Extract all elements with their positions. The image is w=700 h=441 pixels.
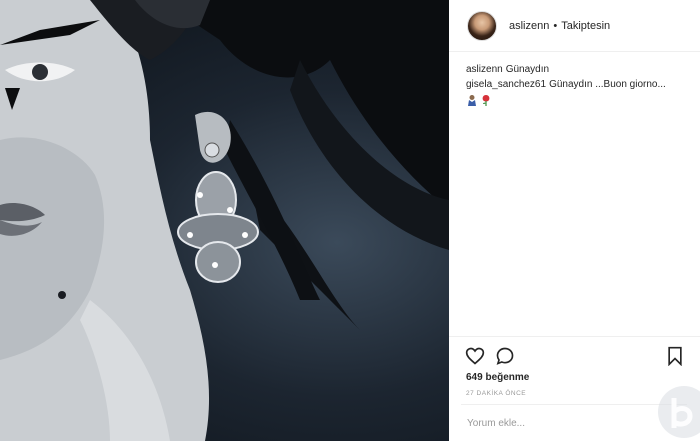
author-username[interactable]: aslizenn [509, 20, 549, 32]
comment-emoji-row [466, 93, 696, 107]
watermark-logo [658, 386, 700, 438]
post-side-panel: aslizenn • Takiptesin aslizenn Günaydın g… [449, 0, 700, 441]
speech-bubble-icon[interactable] [495, 346, 515, 366]
post-header: aslizenn • Takiptesin [449, 0, 700, 52]
avatar[interactable] [467, 10, 497, 41]
post-author-line: aslizenn • Takiptesin [509, 20, 610, 32]
comment-input[interactable] [467, 417, 617, 429]
comment-item: aslizenn Günaydın [466, 62, 696, 77]
woman-portrait-image [0, 0, 449, 441]
separator-dot: • [553, 19, 558, 32]
comment-item: gisela_sanchez61 Günaydın ...Buon giorno.… [466, 77, 696, 92]
bookmark-icon[interactable] [665, 346, 685, 366]
praying-hands-emoji [468, 95, 476, 106]
comment-username[interactable]: gisela_sanchez61 [466, 79, 546, 90]
comments-list: aslizenn Günaydın gisela_sanchez61 Günaydı… [466, 62, 696, 107]
follow-status-button[interactable]: Takiptesin [561, 20, 610, 32]
post-actions-bar [449, 336, 700, 372]
heart-icon[interactable] [465, 346, 485, 366]
likes-count[interactable]: 649 beğenme [466, 372, 529, 383]
rose-emoji [482, 95, 490, 106]
comment-username[interactable]: aslizenn [466, 64, 503, 75]
comment-text: Günaydın ...Buon giorno... [549, 79, 666, 90]
post-photo[interactable] [0, 0, 449, 441]
comment-text: Günaydın [505, 64, 550, 75]
post-timestamp: 27 DAKİKA ÖNCE [466, 390, 527, 397]
